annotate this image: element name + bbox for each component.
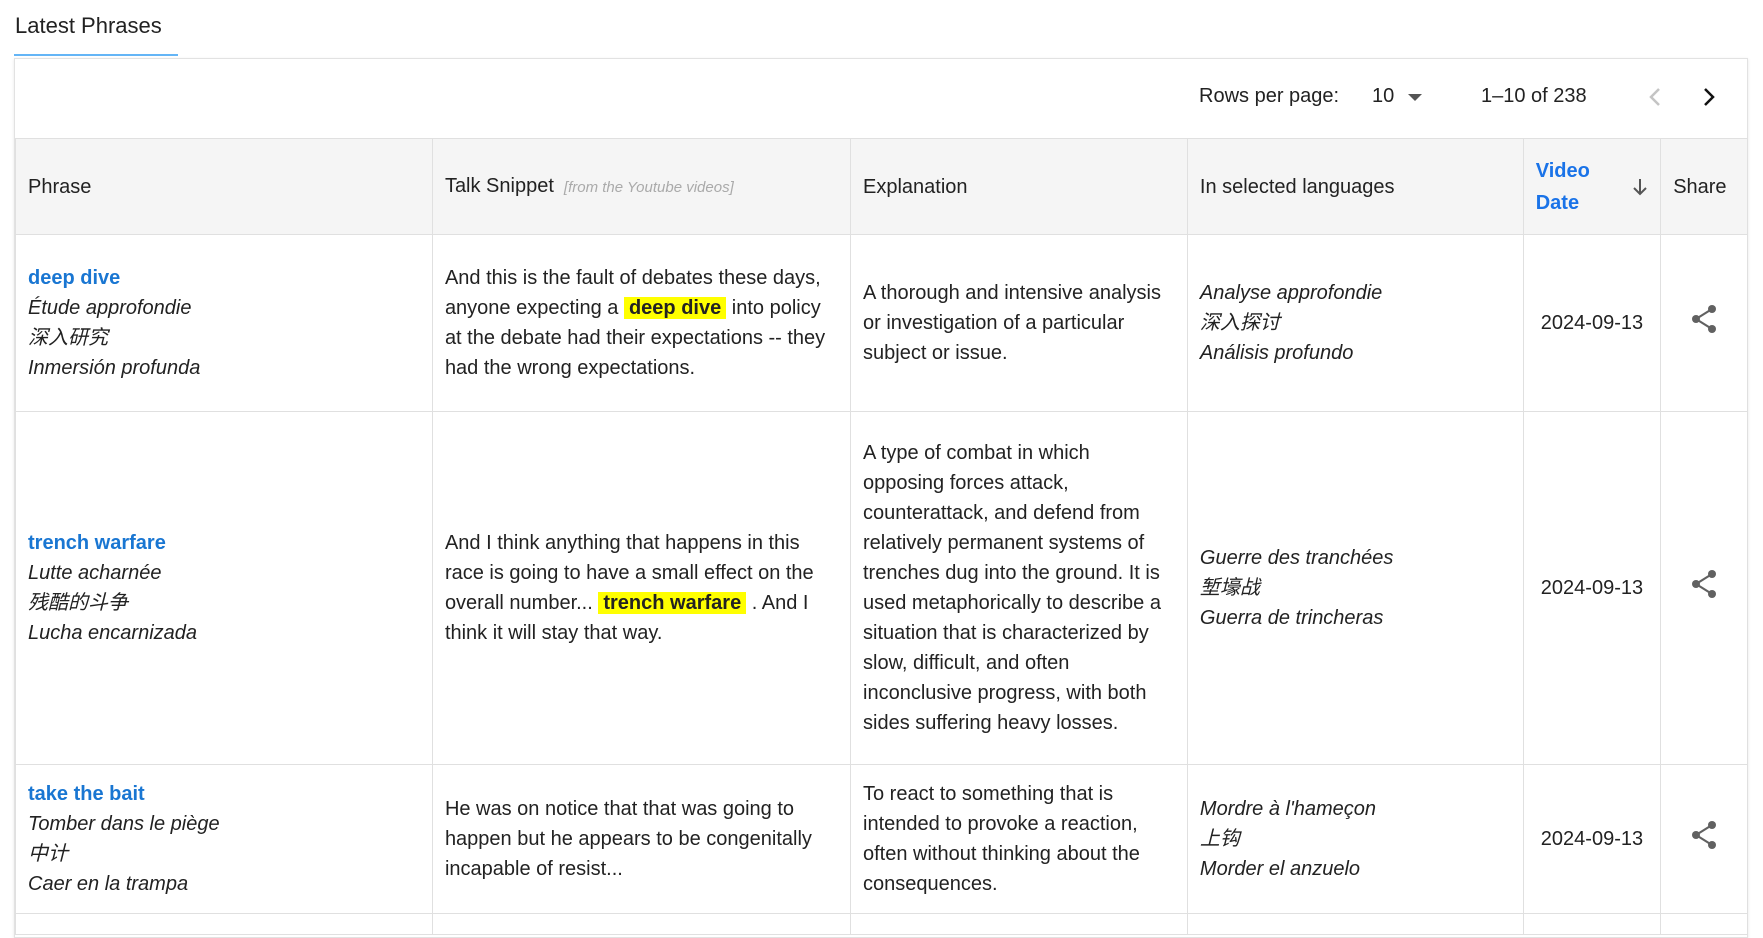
phrase-translation: 残酷的斗争 xyxy=(28,592,128,614)
explanation-cell: A type of combat in which opposing force… xyxy=(850,411,1188,765)
column-header-share: Share xyxy=(1660,138,1748,235)
share-cell xyxy=(1660,764,1748,914)
column-header-explanation[interactable]: Explanation xyxy=(850,138,1188,235)
video-date-cell: 2024-09-13 xyxy=(1522,411,1662,765)
language-translation: Guerre des tranchées xyxy=(1199,547,1394,569)
column-header-phrase-label: Phrase xyxy=(28,175,92,198)
language-translation: Mordre à l'hameçon xyxy=(1199,798,1377,820)
table-row: trench warfare Lutte acharnée 残酷的斗争 Luch… xyxy=(15,411,1748,765)
table-row: take the bait Tomber dans le piège 中计 Ca… xyxy=(15,764,1748,914)
column-header-video-date-label: Video Date xyxy=(1535,159,1590,214)
column-header-snippet-hint: [from the Youtube videos] xyxy=(563,178,734,196)
next-page-button[interactable] xyxy=(1695,81,1723,113)
snippet-text-before: He was on notice that that was going to … xyxy=(444,798,812,880)
pagination-range: 1–10 of 238 xyxy=(1481,85,1587,107)
rows-per-page-select[interactable]: 10 xyxy=(1372,85,1423,108)
phrase-translation: Tomber dans le piège xyxy=(28,813,220,835)
phrase-cell: deep dive Étude approfondie 深入研究 Inmersi… xyxy=(15,234,433,412)
snippet-cell: And I think anything that happens in thi… xyxy=(431,411,852,765)
column-header-snippet-label: Talk Snippet xyxy=(444,174,554,197)
tab-bar: Latest Phrases xyxy=(0,0,1763,56)
video-date-cell: 2024-09-13 xyxy=(1522,764,1662,914)
column-header-talk-snippet[interactable]: Talk Snippet [from the Youtube videos] xyxy=(431,138,852,235)
video-date-cell: 2024-09-13 xyxy=(1522,234,1662,412)
chevron-right-icon xyxy=(1704,88,1715,106)
share-cell xyxy=(1660,411,1748,765)
phrase-translation: Lucha encarnizada xyxy=(28,622,198,644)
caret-down-icon xyxy=(1408,94,1423,101)
phrase-translation: Étude approfondie xyxy=(28,297,192,319)
phrase-translation: Inmersión profunda xyxy=(28,357,201,379)
share-icon[interactable] xyxy=(1690,569,1718,599)
column-header-languages-label: In selected languages xyxy=(1199,175,1395,198)
column-header-video-date[interactable]: Video Date xyxy=(1522,138,1662,235)
share-cell xyxy=(1660,234,1748,412)
languages-cell: Analyse approfondie 深入探讨 Análisis profun… xyxy=(1186,234,1524,412)
column-header-explanation-label: Explanation xyxy=(863,175,968,198)
phrases-table: Phrase Talk Snippet [from the Youtube vid… xyxy=(15,138,1748,935)
language-translation: 堑壕战 xyxy=(1199,577,1260,599)
table-header-row: Phrase Talk Snippet [from the Youtube vid… xyxy=(15,138,1748,235)
language-translation: Morder el anzuelo xyxy=(1199,858,1361,880)
phrase-translation: 深入研究 xyxy=(28,327,108,349)
language-translation: 深入探讨 xyxy=(1199,312,1280,334)
phrase-link[interactable]: deep dive xyxy=(28,267,120,289)
chevron-left-icon xyxy=(1649,88,1660,106)
phrase-link[interactable]: take the bait xyxy=(28,783,145,805)
languages-cell: Guerre des tranchées 堑壕战 Guerra de trinc… xyxy=(1186,411,1524,765)
phrase-translation: Lutte acharnée xyxy=(28,562,162,584)
explanation-cell: A thorough and intensive analysis or inv… xyxy=(850,234,1188,412)
tab-latest-phrases[interactable]: Latest Phrases xyxy=(14,0,178,52)
tab-label: Latest Phrases xyxy=(15,13,162,38)
tab-active-indicator xyxy=(14,54,178,56)
languages-cell: Mordre à l'hameçon 上钩 Morder el anzuelo xyxy=(1186,764,1524,914)
language-translation: Análisis profundo xyxy=(1199,342,1354,364)
language-translation: Analyse approfondie xyxy=(1199,282,1383,304)
snippet-cell: He was on notice that that was going to … xyxy=(431,764,852,914)
share-icon[interactable] xyxy=(1690,820,1718,850)
snippet-cell: And this is the fault of debates these d… xyxy=(431,234,852,412)
phrase-translation: 中计 xyxy=(28,843,68,865)
phrase-link[interactable]: trench warfare xyxy=(28,532,166,554)
rows-per-page-label: Rows per page: xyxy=(1199,85,1340,107)
phrase-cell: trench warfare Lutte acharnée 残酷的斗争 Luch… xyxy=(15,411,433,765)
previous-page-button[interactable] xyxy=(1641,81,1669,113)
rows-per-page-value: 10 xyxy=(1372,85,1395,107)
column-header-languages[interactable]: In selected languages xyxy=(1186,138,1524,235)
phrase-translation: Caer en la trampa xyxy=(28,873,189,895)
arrow-down-icon[interactable] xyxy=(1632,178,1648,196)
explanation-cell: To react to something that is intended t… xyxy=(850,764,1188,914)
column-header-phrase[interactable]: Phrase xyxy=(15,138,433,235)
column-header-share-label: Share xyxy=(1673,175,1727,198)
table-row: deep dive Étude approfondie 深入研究 Inmersi… xyxy=(15,234,1748,412)
snippet-highlight: trench warfare xyxy=(598,592,747,614)
phrases-table-card: Rows per page: 10 1–10 of 238 Phrase Tal… xyxy=(14,58,1748,938)
snippet-highlight: deep dive xyxy=(623,297,727,319)
pagination-bar: Rows per page: 10 1–10 of 238 xyxy=(15,59,1747,139)
share-icon[interactable] xyxy=(1690,304,1718,334)
language-translation: Guerra de trincheras xyxy=(1199,607,1384,629)
phrase-cell: take the bait Tomber dans le piège 中计 Ca… xyxy=(15,764,433,914)
language-translation: 上钩 xyxy=(1199,828,1240,850)
